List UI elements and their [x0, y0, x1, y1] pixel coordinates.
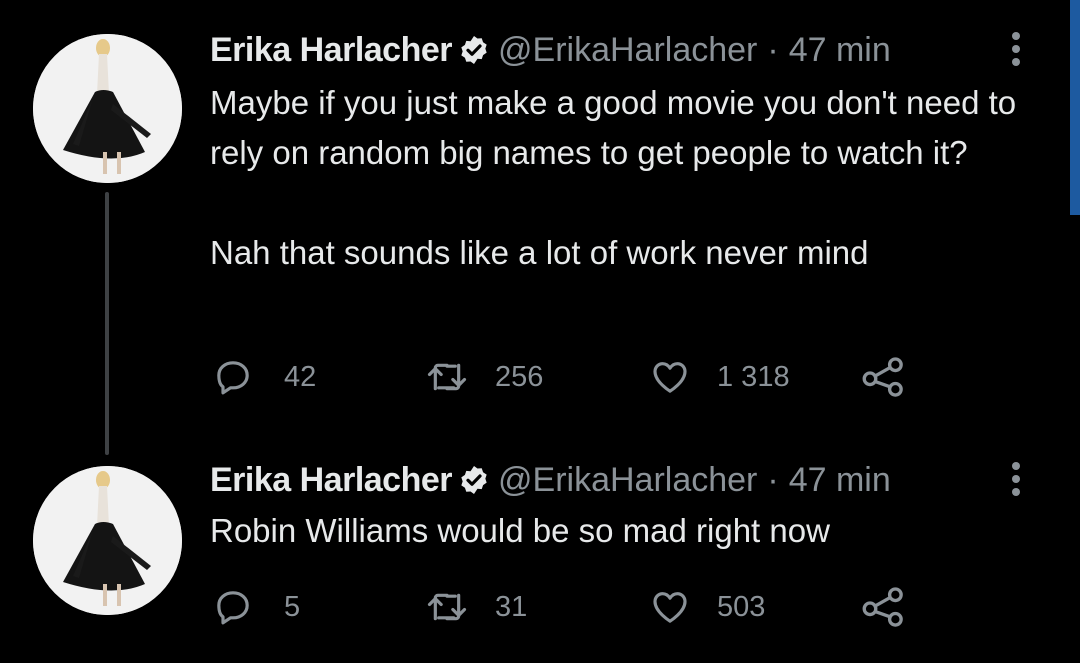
like-count: 503: [717, 590, 766, 623]
heart-icon: [653, 592, 687, 623]
tweet-text: Robin Williams would be so mad right now: [210, 512, 830, 549]
author-handle[interactable]: @ErikaHarlacher: [498, 31, 757, 70]
verified-badge-icon: [461, 466, 487, 494]
verified-badge-icon: [461, 36, 487, 64]
retweet-button[interactable]: 256: [425, 357, 543, 397]
retweet-button[interactable]: 31: [425, 587, 527, 627]
avatar[interactable]: [33, 466, 182, 615]
author-handle[interactable]: @ErikaHarlacher: [498, 461, 757, 500]
reply-count: 5: [284, 590, 301, 623]
reply-count: 42: [284, 360, 317, 393]
heart-icon: [653, 362, 687, 393]
timestamp[interactable]: 47 min: [789, 31, 891, 70]
retweet-count: 31: [495, 590, 528, 623]
reply-icon: [217, 361, 249, 395]
share-icon: [862, 587, 903, 627]
reply-button[interactable]: 42: [213, 357, 316, 397]
avatar[interactable]: [33, 34, 182, 183]
tweet[interactable]: Erika Harlacher @ErikaHarlacher · 47 min…: [0, 0, 1068, 440]
share-button[interactable]: [861, 587, 907, 627]
avatar-photo: [33, 34, 182, 183]
like-count: 1 318: [717, 360, 790, 393]
retweet-icon: [427, 593, 467, 621]
reply-button[interactable]: 5: [213, 587, 300, 627]
tweet[interactable]: Erika Harlacher @ErikaHarlacher · 47 min…: [0, 440, 1068, 663]
author-name[interactable]: Erika Harlacher: [210, 461, 453, 500]
tweet-actions: 5 31 503: [213, 587, 933, 627]
tweet-actions: 42 256 1 318: [213, 357, 933, 397]
separator-dot: ·: [767, 460, 779, 499]
like-button[interactable]: 503: [649, 587, 765, 627]
reply-icon: [217, 591, 249, 625]
separator-dot: ·: [767, 30, 779, 69]
retweet-icon: [427, 363, 467, 391]
like-button[interactable]: 1 318: [649, 357, 790, 397]
retweet-count: 256: [495, 360, 544, 393]
author-name[interactable]: Erika Harlacher: [210, 31, 453, 70]
avatar-photo: [33, 466, 182, 615]
more-vertical-icon[interactable]: [1010, 32, 1022, 66]
tweet-text: Maybe if you just make a good movie you …: [210, 84, 1017, 271]
share-icon: [862, 357, 903, 397]
more-vertical-icon[interactable]: [1010, 462, 1022, 496]
scrollbar-thumb[interactable]: [1070, 0, 1080, 215]
timestamp[interactable]: 47 min: [789, 461, 891, 500]
share-button[interactable]: [861, 357, 907, 397]
